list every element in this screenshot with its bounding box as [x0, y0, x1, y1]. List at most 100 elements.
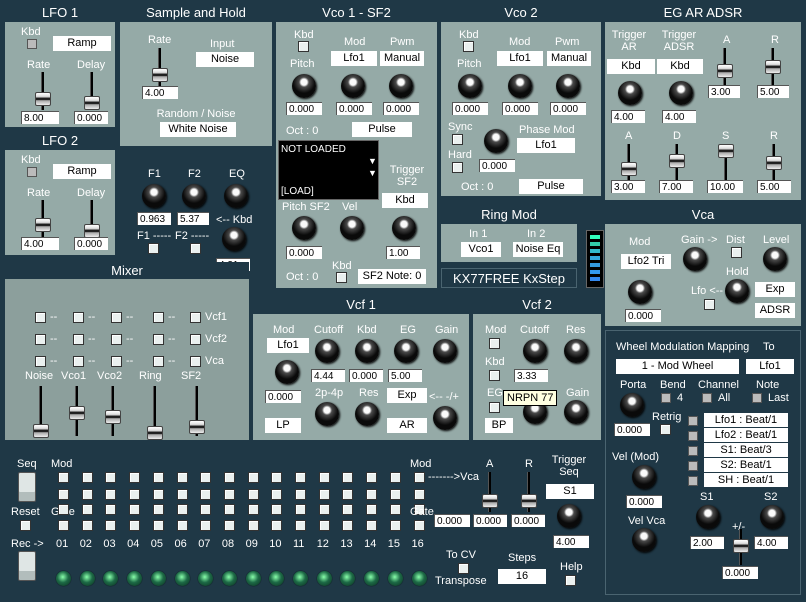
seq-gate-step-checkbox[interactable] [271, 504, 283, 515]
vcf2-gain-knob[interactable] [564, 400, 588, 424]
wheel-pm-value[interactable]: 0.000 [722, 566, 758, 579]
vca-lfo-checkbox[interactable] [704, 299, 715, 310]
eg-a-slider[interactable] [717, 48, 733, 88]
seq-mod-step-checkbox[interactable] [105, 489, 117, 500]
vco1-pwm-value[interactable]: 0.000 [383, 102, 419, 115]
seq-gate-step-checkbox[interactable] [58, 520, 69, 531]
mixer-fader-slider[interactable] [105, 386, 121, 436]
seq-mod-step-checkbox[interactable] [200, 472, 212, 483]
eq-f2-knob[interactable] [182, 184, 206, 208]
wheel-velvca-knob[interactable] [632, 528, 656, 552]
vcf1-exp-select[interactable]: Exp [387, 388, 427, 403]
beat-sync-checkbox[interactable] [688, 446, 698, 456]
vco1-mod-knob[interactable] [341, 74, 365, 98]
mixer-route-checkbox[interactable] [153, 312, 164, 323]
eq-f1-kbd-checkbox[interactable] [148, 243, 159, 254]
sh-input-select[interactable]: Noise [196, 52, 254, 67]
sf2-scroll-down-icon[interactable]: ▼ [368, 167, 377, 179]
seq-gate-step-checkbox[interactable] [176, 504, 188, 515]
seq-gate-step-checkbox[interactable] [295, 504, 306, 515]
eg-trigger-ar-knob[interactable] [618, 81, 642, 105]
wheel-retrig-checkbox[interactable] [660, 424, 671, 435]
vco1-trigger-knob[interactable] [392, 216, 416, 240]
seq-mod-step-checkbox[interactable] [58, 489, 69, 500]
beat-sync-select[interactable]: S2: Beat/1 [704, 458, 788, 472]
beat-sync-checkbox[interactable] [688, 461, 698, 471]
sh-rate-slider[interactable] [152, 48, 168, 86]
lfo2-delay-value[interactable]: 0.000 [74, 237, 108, 250]
seq-mod-step-checkbox[interactable] [342, 489, 354, 500]
vcf1-kbd-knob[interactable] [355, 339, 379, 363]
wheel-velmod-value[interactable]: 0.000 [626, 495, 662, 508]
sh-rate-value[interactable]: 4.00 [142, 86, 178, 99]
vco2-mod-select[interactable]: Lfo1 [497, 51, 543, 66]
eg-a2-slider[interactable] [621, 144, 637, 180]
vcf1-invert-knob[interactable] [433, 406, 457, 430]
wheel-porta-value[interactable]: 0.000 [614, 423, 650, 436]
seq-mod-step-checkbox[interactable] [271, 489, 283, 500]
mixer-dest-checkbox[interactable] [190, 312, 201, 323]
eg-a2-value[interactable]: 3.00 [611, 180, 645, 193]
vcf2-kbd-checkbox[interactable] [489, 370, 500, 381]
ring-in1-select[interactable]: Vco1 [461, 242, 501, 257]
mixer-route-checkbox[interactable] [153, 356, 164, 367]
mixer-route-checkbox[interactable] [73, 312, 84, 323]
wheel-note-checkbox[interactable] [752, 393, 762, 403]
seq-gate-step-checkbox[interactable] [81, 504, 93, 515]
seq-mod-step-checkbox[interactable] [81, 472, 93, 483]
seq-mod-step-checkbox[interactable] [129, 489, 141, 500]
lfo1-kbd-checkbox[interactable] [27, 39, 37, 49]
vcf1-lp-select[interactable]: LP [265, 418, 301, 433]
vcf1-kbd-value[interactable]: 0.000 [349, 369, 383, 382]
sh-random-select[interactable]: White Noise [160, 122, 236, 137]
wheel-velmod-knob[interactable] [632, 465, 656, 489]
seq-help-label[interactable]: Help [560, 561, 583, 573]
vco1-vel-knob[interactable] [340, 216, 364, 240]
mixer-route-checkbox[interactable] [35, 334, 46, 345]
vco1-trigger-sf2-select[interactable]: Kbd [382, 193, 428, 208]
vco2-pitch-knob[interactable] [458, 74, 482, 98]
wheel-s2-value[interactable]: 4.00 [754, 536, 788, 549]
mixer-route-checkbox[interactable] [35, 312, 46, 323]
beat-sync-checkbox[interactable] [688, 476, 698, 486]
wheel-dest-select[interactable]: Lfo1 [746, 359, 794, 374]
wheel-source-select[interactable]: 1 - Mod Wheel [616, 359, 739, 374]
vco2-kbd-checkbox[interactable] [463, 41, 474, 52]
vcf1-ar-select[interactable]: AR [387, 418, 427, 433]
vco2-mod-value[interactable]: 0.000 [502, 102, 538, 115]
seq-mod-step-checkbox[interactable] [366, 489, 378, 500]
lfo1-wave-select[interactable]: Ramp [53, 36, 111, 51]
seq-vca-value[interactable]: 0.000 [434, 514, 470, 527]
beat-sync-select[interactable]: S1: Beat/3 [704, 443, 788, 457]
seq-mod-step-checkbox[interactable] [223, 472, 235, 483]
mixer-fader-slider[interactable] [33, 386, 49, 438]
lfo2-delay-slider[interactable] [84, 200, 100, 238]
wheel-pm-slider[interactable] [733, 529, 749, 565]
seq-gate-step-checkbox[interactable] [200, 504, 212, 515]
seq-r-value[interactable]: 0.000 [511, 514, 545, 527]
seq-gate-step-checkbox[interactable] [152, 504, 164, 515]
vco1-wave-select[interactable]: Pulse [352, 122, 412, 137]
vca-hold-knob[interactable] [725, 279, 749, 303]
seq-mod-step-checkbox[interactable] [342, 472, 354, 483]
seq-gate-step-checkbox[interactable] [200, 520, 212, 531]
seq-gate-step-checkbox[interactable] [318, 504, 330, 515]
seq-tocv-checkbox[interactable] [458, 563, 469, 574]
wheel-s2-knob[interactable] [760, 505, 784, 529]
vco1-kbd-checkbox[interactable] [298, 41, 309, 52]
vcf1-eg-value[interactable]: 5.00 [388, 369, 422, 382]
seq-tempo-knob[interactable] [557, 504, 581, 528]
wheel-s1-knob[interactable] [696, 505, 720, 529]
eg-trigger-ar-select[interactable]: Kbd [607, 59, 655, 74]
eg-d-slider[interactable] [669, 144, 685, 180]
vco2-phase-select[interactable]: Lfo1 [517, 138, 575, 153]
vco1-pitch-value[interactable]: 0.000 [286, 102, 322, 115]
eg-trigger-adsr-value[interactable]: 4.00 [662, 110, 696, 123]
seq-mod-step-checkbox[interactable] [176, 489, 188, 500]
vca-level-knob[interactable] [763, 247, 787, 271]
seq-mod-step-checkbox[interactable] [413, 489, 425, 500]
seq-mod-step-checkbox[interactable] [223, 489, 235, 500]
vca-adsr-select[interactable]: ADSR [755, 303, 795, 318]
vco1-mod-select[interactable]: Lfo1 [331, 51, 377, 66]
vco1-mod-value[interactable]: 0.000 [336, 102, 372, 115]
